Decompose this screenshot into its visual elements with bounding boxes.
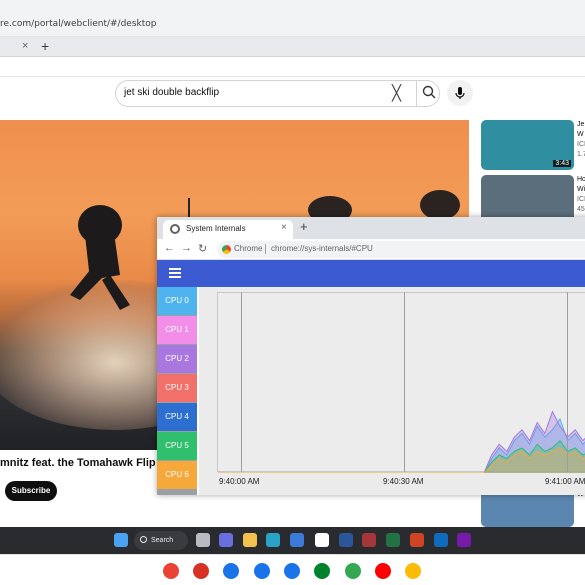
- recommendation-thumbnail[interactable]: 3:43: [481, 120, 574, 170]
- video-title: mnitz feat. the Tomahawk Flip [aka: [0, 457, 180, 469]
- cpu-item-2[interactable]: CPU 2: [157, 345, 197, 373]
- microphone-icon: [455, 87, 465, 99]
- subscribe-button[interactable]: Subscribe: [5, 481, 57, 501]
- app-header-bar: [157, 260, 585, 287]
- tab-close-icon[interactable]: ×: [281, 222, 287, 233]
- outer-url-text[interactable]: re.com/portal/webclient/#/desktop: [0, 19, 157, 29]
- edge-icon[interactable]: [266, 533, 280, 547]
- search-box[interactable]: jet ski double backflip ╳: [115, 80, 440, 107]
- chart-plot-area: [217, 292, 585, 474]
- cpu-item-4[interactable]: CPU 4: [157, 403, 197, 431]
- recommendation-channel: ICI: [577, 141, 585, 148]
- new-tab-button[interactable]: +: [300, 219, 308, 234]
- chrome-logo-icon: [222, 245, 231, 254]
- store-icon[interactable]: [290, 533, 304, 547]
- tab-title: System Internals: [186, 224, 246, 233]
- recommendation-meta: 45: [577, 206, 585, 213]
- access-icon[interactable]: [362, 533, 376, 547]
- files-icon[interactable]: [254, 563, 270, 579]
- recommendation-title: Je: [577, 121, 585, 128]
- gridline: [567, 292, 568, 472]
- recommendation-title-line2: Wi: [577, 186, 585, 193]
- photos-icon[interactable]: [405, 563, 421, 579]
- voice-search-button[interactable]: [447, 80, 473, 106]
- cpu-chart: 9:40:00 AM 9:40:30 AM 9:41:00 AM: [199, 287, 585, 495]
- tab-system-internals[interactable]: System Internals ×: [163, 220, 293, 239]
- outer-address-bar[interactable]: re.com/portal/webclient/#/desktop: [0, 0, 585, 37]
- outer-tab-close-icon[interactable]: ×: [22, 40, 28, 52]
- youtube-icon[interactable]: [375, 563, 391, 579]
- meet-icon[interactable]: [314, 563, 330, 579]
- globe-icon: [170, 224, 180, 234]
- search-input[interactable]: jet ski double backflip: [124, 87, 219, 98]
- chrome-icon[interactable]: [163, 563, 179, 579]
- reload-icon[interactable]: ↻: [198, 242, 207, 255]
- recommendation-title-line2: W: [577, 131, 584, 138]
- taskbar-search-label: Search: [151, 537, 174, 544]
- system-internals-window[interactable]: System Internals × + ← → ↻ Chrome chrome…: [157, 217, 585, 495]
- messages-icon[interactable]: [284, 563, 300, 579]
- calendar-icon[interactable]: [223, 563, 239, 579]
- time-axis-label: 9:40:30 AM: [383, 477, 424, 486]
- word-icon[interactable]: [339, 533, 353, 547]
- inner-toolbar: ← → ↻ Chrome chrome://sys-internals/#CPU: [157, 239, 585, 260]
- back-arrow-icon[interactable]: ←: [164, 242, 175, 254]
- forward-arrow-icon[interactable]: →: [181, 242, 192, 254]
- gridline: [241, 292, 242, 472]
- cpu-usage-chart: [218, 410, 585, 474]
- windows-taskbar: Search: [0, 527, 585, 554]
- jet-ski-rider: [70, 205, 130, 310]
- recommendation-meta: 1.7: [577, 151, 585, 158]
- chat-icon[interactable]: [219, 533, 233, 547]
- cpu-list: CPU 0 CPU 1 CPU 2 CPU 3 CPU 4 CPU 5 CPU 6: [157, 287, 197, 495]
- time-axis-label: 9:40:00 AM: [219, 477, 260, 486]
- start-icon[interactable]: [114, 533, 128, 547]
- gridline: [404, 292, 405, 472]
- search-divider: [416, 81, 417, 106]
- omnibox-scheme-label: Chrome: [234, 244, 263, 253]
- excel-icon[interactable]: [386, 533, 400, 547]
- search-icon: [140, 536, 147, 543]
- recommendation-info[interactable]: Ho Wi ICI 45: [577, 175, 585, 215]
- onenote-icon[interactable]: [457, 533, 471, 547]
- powerpoint-icon[interactable]: [410, 533, 424, 547]
- search-icon[interactable]: [422, 85, 436, 99]
- file-icon[interactable]: [315, 533, 329, 547]
- outer-toolbar: [0, 57, 585, 77]
- outer-tab-strip: × +: [0, 37, 585, 57]
- omnibox-url[interactable]: chrome://sys-internals/#CPU: [271, 244, 373, 253]
- cpu-item-3[interactable]: CPU 3: [157, 374, 197, 402]
- recommendation-title: Ho: [577, 176, 585, 183]
- gmail-icon[interactable]: [193, 563, 209, 579]
- video-duration: 3:43: [553, 160, 571, 167]
- cpu-item-6[interactable]: CPU 6: [157, 461, 197, 489]
- cpu-item-0[interactable]: CPU 0: [157, 287, 197, 315]
- outer-new-tab-button[interactable]: +: [41, 38, 49, 54]
- task-view-icon[interactable]: [196, 533, 210, 547]
- play-store-icon[interactable]: [345, 563, 361, 579]
- time-axis-label: 9:41:00 AM: [545, 477, 585, 486]
- inner-tab-strip: System Internals × +: [157, 217, 585, 239]
- omnibox[interactable]: Chrome chrome://sys-internals/#CPU: [217, 241, 585, 258]
- taskbar-search[interactable]: Search: [134, 531, 188, 550]
- file-explorer-icon[interactable]: [243, 533, 257, 547]
- clear-search-icon[interactable]: ╳: [392, 84, 401, 102]
- outlook-icon[interactable]: [434, 533, 448, 547]
- hamburger-menu-icon[interactable]: [169, 268, 181, 278]
- chromeos-shelf: [0, 554, 585, 585]
- cpu-item-5[interactable]: CPU 5: [157, 432, 197, 460]
- cpu-item-1[interactable]: CPU 1: [157, 316, 197, 344]
- recommendation-channel: ICI: [577, 196, 585, 203]
- omnibox-separator: [265, 244, 266, 254]
- recommendation-info[interactable]: Je W ICI 1.7: [577, 120, 585, 160]
